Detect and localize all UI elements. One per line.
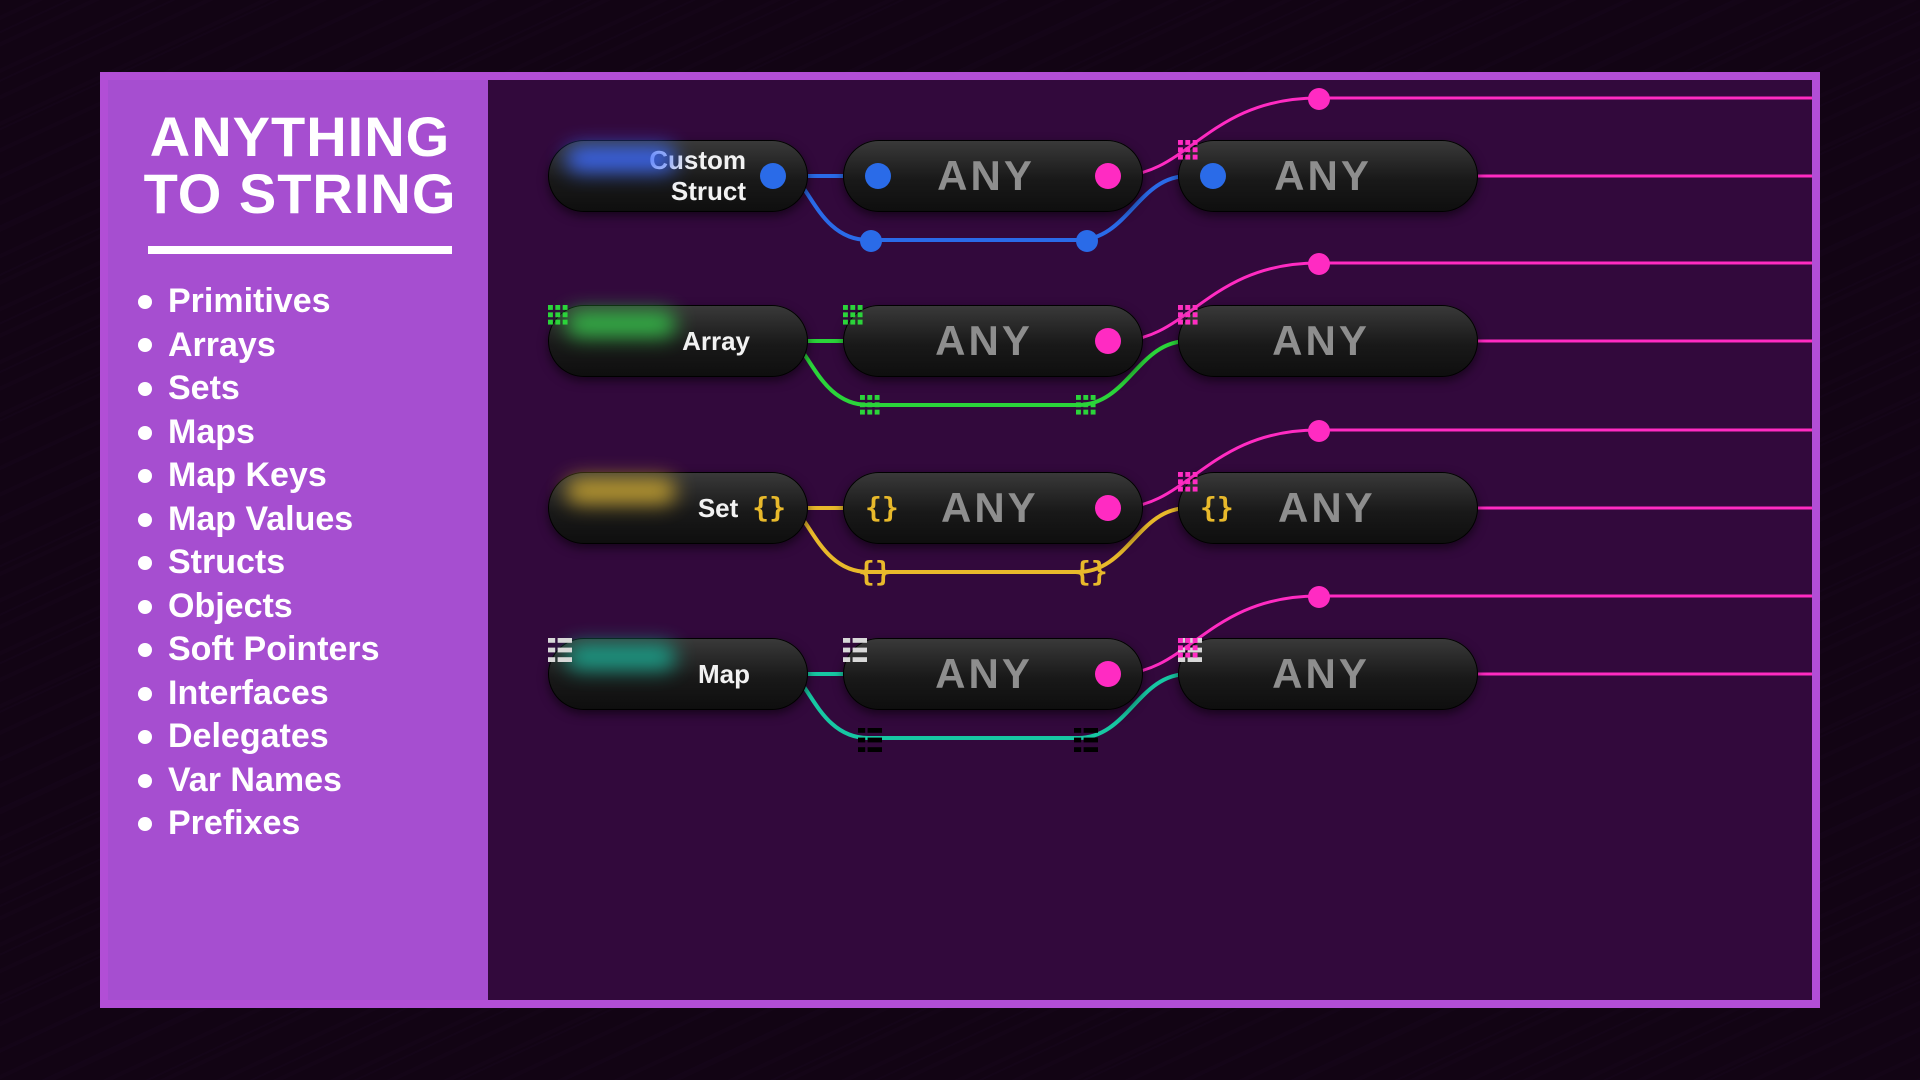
main-frame: ANYTHING TO STRING Primitives Arrays Set… (100, 72, 1820, 1008)
any-node[interactable]: {} ANY (1178, 472, 1478, 544)
feature-list: Primitives Arrays Sets Maps Map Keys Map… (138, 280, 462, 846)
source-node-map[interactable]: Map (548, 638, 808, 710)
any-node[interactable]: ANY (1178, 305, 1478, 377)
array-pin-icon[interactable] (1434, 330, 1456, 352)
title-line-2: TO STRING (144, 162, 457, 225)
exec-pin-icon[interactable] (1308, 586, 1330, 608)
any-label: ANY (1234, 484, 1434, 532)
feature-item: Prefixes (138, 802, 462, 846)
array-pin-icon[interactable] (865, 330, 887, 352)
exec-pin-icon[interactable] (1095, 163, 1121, 189)
any-label: ANY (1226, 152, 1434, 200)
any-node[interactable]: ANY (843, 638, 1143, 710)
title-line-1: ANYTHING (150, 105, 450, 168)
any-node[interactable]: ANY (843, 305, 1143, 377)
feature-item: Objects (138, 585, 462, 629)
feature-item: Arrays (138, 324, 462, 368)
any-label: ANY (891, 152, 1095, 200)
struct-pin-icon[interactable] (760, 163, 786, 189)
feature-item: Var Names (138, 759, 462, 803)
any-label: ANY (1222, 650, 1434, 698)
map-pin-icon[interactable] (858, 728, 880, 750)
struct-pin-icon[interactable] (865, 163, 891, 189)
any-node[interactable]: {} ANY (843, 472, 1143, 544)
any-label: ANY (887, 317, 1095, 365)
node-glow (566, 478, 676, 504)
product-title: ANYTHING TO STRING (138, 108, 462, 222)
map-pin-icon[interactable] (764, 663, 786, 685)
feature-item: Sets (138, 367, 462, 411)
struct-pin-icon[interactable] (860, 230, 882, 252)
source-node-set[interactable]: Set {} (548, 472, 808, 544)
array-pin-icon[interactable] (1200, 330, 1222, 352)
array-pin-icon[interactable] (1434, 663, 1456, 685)
array-pin-icon[interactable] (1434, 165, 1456, 187)
node-graph-canvas[interactable]: Custom Struct ANY ANY Array (488, 80, 1812, 1000)
array-pin-icon[interactable] (860, 395, 882, 417)
exec-pin-icon[interactable] (1095, 495, 1121, 521)
any-label: ANY (899, 484, 1095, 532)
source-node-struct[interactable]: Custom Struct (548, 140, 808, 212)
exec-pin-icon[interactable] (1308, 420, 1330, 442)
node-glow (566, 146, 676, 172)
any-label: ANY (1222, 317, 1434, 365)
struct-pin-icon[interactable] (1200, 163, 1226, 189)
node-glow (566, 311, 676, 337)
feature-item: Map Values (138, 498, 462, 542)
feature-item: Structs (138, 541, 462, 585)
source-node-array[interactable]: Array (548, 305, 808, 377)
set-pin-icon[interactable]: {} (865, 494, 899, 522)
map-pin-icon[interactable] (1200, 663, 1222, 685)
feature-item: Map Keys (138, 454, 462, 498)
array-pin-icon[interactable] (1076, 395, 1098, 417)
set-pin-icon[interactable]: {} (858, 558, 892, 586)
any-node[interactable]: ANY (1178, 638, 1478, 710)
exec-pin-icon[interactable] (1308, 253, 1330, 275)
exec-pin-icon[interactable] (1308, 88, 1330, 110)
map-pin-icon[interactable] (865, 663, 887, 685)
feature-item: Interfaces (138, 672, 462, 716)
set-pin-icon[interactable]: {} (1074, 558, 1108, 586)
feature-item: Delegates (138, 715, 462, 759)
feature-item: Primitives (138, 280, 462, 324)
set-pin-icon[interactable]: {} (1200, 494, 1234, 522)
exec-pin-icon[interactable] (1095, 661, 1121, 687)
any-label: ANY (887, 650, 1095, 698)
title-underline (148, 246, 452, 254)
map-pin-icon[interactable] (1074, 728, 1096, 750)
set-pin-icon[interactable]: {} (752, 494, 786, 522)
array-pin-icon[interactable] (764, 330, 786, 352)
any-node[interactable]: ANY (843, 140, 1143, 212)
sidebar: ANYTHING TO STRING Primitives Arrays Set… (108, 80, 488, 1000)
node-glow (566, 644, 676, 670)
array-pin-icon[interactable] (1434, 497, 1456, 519)
exec-pin-icon[interactable] (1095, 328, 1121, 354)
feature-item: Soft Pointers (138, 628, 462, 672)
feature-item: Maps (138, 411, 462, 455)
struct-pin-icon[interactable] (1076, 230, 1098, 252)
any-node[interactable]: ANY (1178, 140, 1478, 212)
